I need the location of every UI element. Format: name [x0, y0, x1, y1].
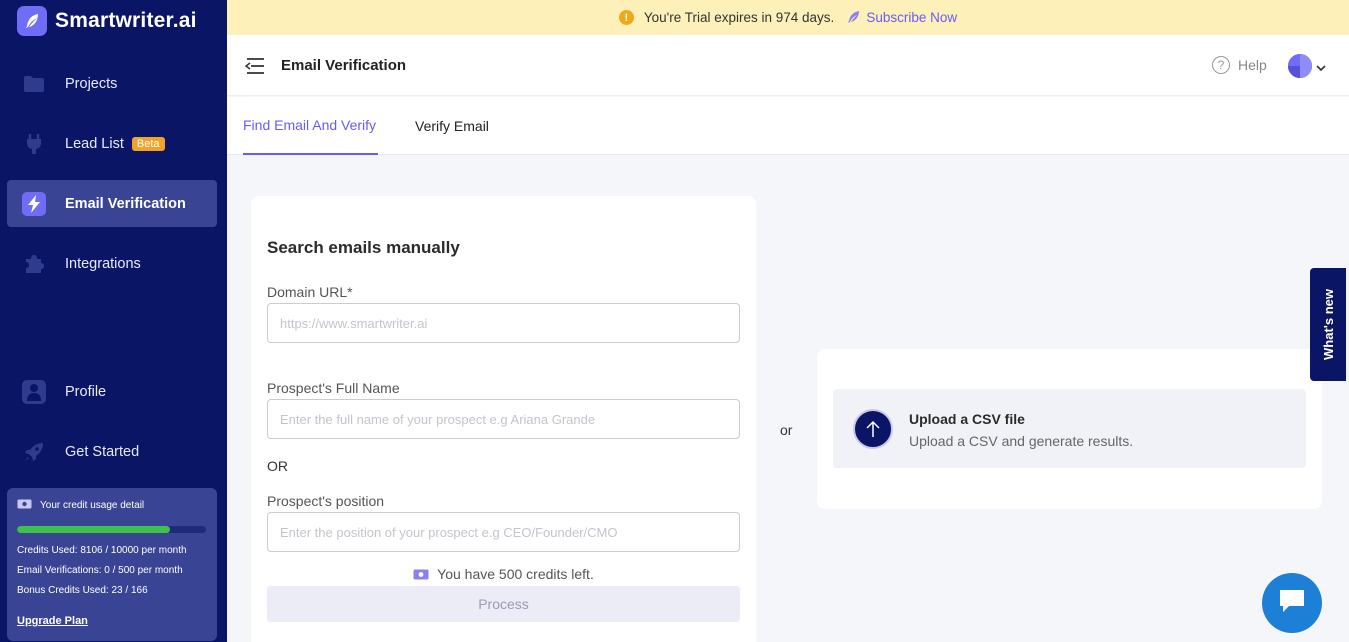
credit-usage-title: Your credit usage detail: [40, 499, 145, 511]
or-separator: or: [780, 422, 793, 438]
trial-banner: ! You're Trial expires in 974 days. Subs…: [227, 0, 1349, 35]
help-button[interactable]: ? Help: [1212, 56, 1267, 74]
manual-search-card: Search emails manually Domain URL* Prosp…: [251, 196, 756, 642]
chat-bubble-icon: [1278, 588, 1306, 619]
position-label: Prospect's position: [267, 493, 385, 509]
sidebar-item-lead-list[interactable]: Lead List Beta: [7, 120, 217, 167]
sidebar-item-label: Profile: [65, 383, 107, 400]
bonus-credits-text: Bonus Credits Used: 23 / 166: [17, 585, 148, 596]
trial-banner-text: You're Trial expires in 974 days.: [643, 10, 835, 25]
puzzle-icon: [22, 252, 46, 276]
chat-button[interactable]: [1262, 573, 1322, 633]
feather-logo-icon: [17, 6, 47, 36]
sidebar-item-integrations[interactable]: Integrations: [7, 240, 217, 287]
position-input[interactable]: [267, 512, 740, 552]
sidebar: Smartwriter.ai Projects Lead List Beta E…: [0, 0, 227, 642]
upload-title: Upload a CSV file: [909, 411, 1025, 427]
tab-find-email-and-verify[interactable]: Find Email And Verify: [243, 97, 379, 155]
domain-url-input[interactable]: [267, 303, 740, 343]
feather-icon: [848, 11, 860, 23]
credit-card-icon: [17, 499, 32, 512]
user-icon: [22, 379, 46, 404]
sidebar-item-label: Integrations: [65, 255, 141, 272]
sidebar-item-label: Projects: [65, 75, 118, 92]
sidebar-item-email-verification[interactable]: Email Verification: [7, 180, 217, 227]
whats-new-label: What's new: [1320, 289, 1336, 360]
lightning-icon: [22, 191, 46, 216]
upgrade-plan-link[interactable]: Upgrade Plan: [17, 615, 88, 627]
warning-icon: !: [618, 10, 634, 25]
subscribe-now-label: Subscribe Now: [866, 10, 958, 25]
upload-arrow-icon: [853, 409, 893, 449]
tab-bar: Find Email And Verify Verify Email: [227, 97, 1349, 155]
brand-name: Smartwriter.ai: [55, 9, 197, 32]
sidebar-item-label: Email Verification: [65, 195, 186, 212]
credit-progress-bar: [17, 526, 206, 533]
or-divider-text: OR: [267, 458, 288, 474]
credits-left-note: You have 500 credits left.: [251, 566, 756, 582]
email-verifications-text: Email Verifications: 0 / 500 per month: [17, 565, 183, 576]
page-title: Email Verification: [281, 57, 407, 74]
process-button[interactable]: Process: [267, 586, 740, 622]
credit-card-icon: [413, 569, 429, 579]
brand[interactable]: Smartwriter.ai: [17, 6, 197, 36]
domain-url-label: Domain URL*: [267, 284, 353, 300]
sidebar-item-label: Lead List: [65, 135, 124, 152]
beta-badge: Beta: [131, 136, 165, 151]
credit-usage-panel: Your credit usage detail Credits Used: 8…: [7, 488, 217, 641]
sidebar-item-get-started[interactable]: Get Started: [7, 428, 217, 475]
sidebar-item-label: Get Started: [65, 443, 140, 460]
help-label: Help: [1238, 57, 1267, 73]
full-name-input[interactable]: [267, 399, 740, 439]
top-header: Email Verification ? Help: [227, 35, 1349, 96]
sidebar-item-projects[interactable]: Projects: [7, 60, 217, 107]
question-circle-icon: ?: [1212, 56, 1230, 74]
chevron-down-icon[interactable]: [1316, 59, 1326, 77]
folder-icon: [22, 72, 46, 96]
upload-csv-dropzone[interactable]: Upload a CSV file Upload a CSV and gener…: [833, 389, 1306, 468]
avatar[interactable]: [1288, 54, 1312, 78]
full-name-label: Prospect's Full Name: [267, 380, 400, 396]
credit-usage-header: Your credit usage detail: [17, 498, 207, 512]
upload-card: Upload a CSV file Upload a CSV and gener…: [817, 349, 1322, 509]
credit-progress-fill: [17, 526, 171, 533]
subscribe-now-link[interactable]: Subscribe Now: [846, 10, 957, 25]
upload-subtitle: Upload a CSV and generate results.: [909, 433, 1134, 449]
sidebar-item-profile[interactable]: Profile: [7, 368, 217, 415]
card-title: Search emails manually: [267, 238, 460, 257]
plug-icon: [22, 132, 46, 156]
credits-left-text: You have 500 credits left.: [437, 566, 594, 582]
menu-collapse-icon[interactable]: [244, 57, 265, 75]
rocket-icon: [22, 440, 46, 464]
whats-new-tab[interactable]: What's new: [1310, 268, 1346, 381]
tab-verify-email[interactable]: Verify Email: [415, 97, 489, 155]
credits-used-text: Credits Used: 8106 / 10000 per month: [17, 545, 187, 556]
